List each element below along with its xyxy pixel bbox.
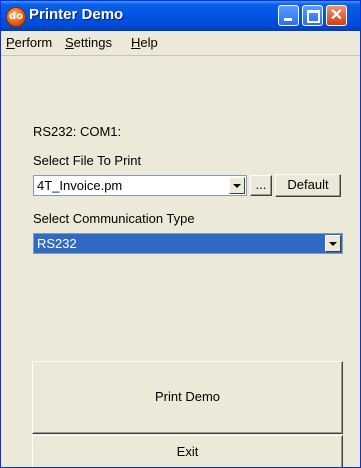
comm-type-dropdown[interactable]: RS232 bbox=[33, 233, 343, 254]
default-button[interactable]: Default bbox=[275, 174, 341, 197]
app-icon: do bbox=[6, 7, 26, 27]
close-icon: ✕ bbox=[329, 7, 344, 24]
window-title: Printer Demo bbox=[29, 6, 124, 23]
menu-settings[interactable]: Settings bbox=[65, 35, 112, 50]
menu-perform[interactable]: Perform bbox=[6, 35, 52, 50]
maximize-icon bbox=[307, 10, 320, 23]
browse-button[interactable]: ... bbox=[250, 175, 272, 196]
close-button[interactable]: ✕ bbox=[326, 5, 347, 26]
port-status-text: RS232: COM1: bbox=[33, 124, 122, 139]
menu-help[interactable]: Help bbox=[131, 35, 158, 50]
comm-type-label: Select Communication Type bbox=[33, 211, 195, 226]
chevron-down-icon[interactable] bbox=[325, 235, 341, 252]
file-select-label: Select File To Print bbox=[33, 153, 142, 168]
print-demo-button[interactable]: Print Demo bbox=[32, 361, 343, 434]
title-bar[interactable]: do Printer Demo ✕ bbox=[1, 1, 360, 31]
comm-type-value: RS232 bbox=[37, 236, 77, 251]
minimize-icon bbox=[284, 18, 292, 21]
chevron-down-icon[interactable] bbox=[229, 177, 245, 194]
menu-bar: Perform Settings Help bbox=[1, 31, 360, 56]
file-select-value: 4T_Invoice.pm bbox=[37, 178, 123, 193]
file-select-dropdown[interactable]: 4T_Invoice.pm bbox=[33, 175, 247, 196]
maximize-button[interactable] bbox=[302, 5, 323, 26]
minimize-button[interactable] bbox=[278, 5, 299, 26]
printer-demo-window: do Printer Demo ✕ Perform Settings Help … bbox=[0, 0, 361, 468]
exit-button[interactable]: Exit bbox=[32, 435, 343, 467]
